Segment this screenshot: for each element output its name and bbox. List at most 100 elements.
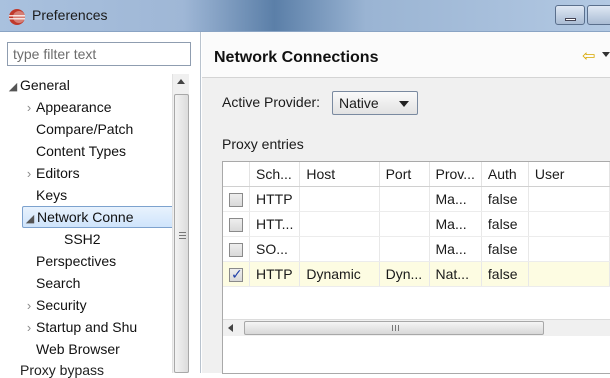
tree-item-keys[interactable]: Keys [36,184,67,206]
scheme-cell: SO... [249,236,301,262]
row-checkbox-cell [223,186,250,212]
active-provider-label: Active Provider: [222,94,321,110]
scheme-cell: HTTP [249,261,301,287]
table-horizontal-scrollbar[interactable] [223,319,610,336]
table-row[interactable]: HTTP Ma... false [223,186,610,212]
tree-item-content-types[interactable]: Content Types [36,140,126,162]
tree-item-compare-patch[interactable]: Compare/Patch [36,118,133,140]
scheme-cell: HTTP [249,186,301,212]
minimize-button[interactable] [555,5,585,25]
tree-item-label: General [20,77,70,93]
column-header-scheme[interactable]: Sch... [249,162,301,187]
provider-cell: Nat... [429,261,482,287]
tree-item-label: Network Conne [37,209,134,225]
tree-item-editors[interactable]: › Editors [22,162,80,184]
user-cell [528,261,610,287]
row-checkbox-cell [223,261,250,287]
column-header-user[interactable]: User [528,162,610,187]
tree-item-appearance[interactable]: › Appearance [22,96,112,118]
tree-item-label: Compare/Patch [36,121,134,137]
user-cell [528,186,610,212]
tree-item-network-connections[interactable]: ◢ Network Conne [22,206,172,228]
tree-vertical-scrollbar[interactable] [172,74,189,373]
provider-cell: Ma... [429,186,482,212]
port-cell [379,186,430,212]
tree-item-label: Keys [36,187,68,203]
tree-item-general[interactable]: ◢ General [6,74,70,96]
tree-item-startup-shutdown[interactable]: › Startup and Shu [22,316,137,338]
tree-item-label: Startup and Shu [36,319,138,335]
proxy-bypass-label: Proxy bypass [20,362,105,378]
collapsed-chevron-icon[interactable]: › [22,163,36,185]
tree-item-label: Perspectives [36,253,117,269]
history-dropdown-icon[interactable] [602,52,610,57]
provider-cell: Ma... [429,211,482,237]
collapsed-chevron-icon[interactable]: › [22,295,36,317]
scroll-left-arrow-icon[interactable] [228,324,233,332]
preference-tree: ◢ General › Appearance Compare/Patch Conte… [6,74,172,373]
row-checkbox[interactable] [229,192,243,207]
auth-cell: false [481,186,529,212]
table-row[interactable]: SO... Ma... false [223,236,610,262]
table-row[interactable]: HTTP Dynamic Dyn... Nat... false [223,261,610,287]
row-checkbox[interactable] [229,217,243,232]
tree-item-label: Search [36,275,81,291]
user-cell [528,211,610,237]
tree-item-perspectives[interactable]: Perspectives [36,250,116,272]
row-checkbox-checked[interactable] [229,266,243,283]
table-row[interactable]: HTT... Ma... false [223,211,610,237]
tree-item-label: Web Browser [36,341,120,357]
proxy-entries-label: Proxy entries [222,136,304,152]
tree-item-label: Security [36,297,87,313]
tree-item-ssh2[interactable]: SSH2 [64,228,101,250]
host-cell: Dynamic [299,261,380,287]
scrollbar-thumb[interactable] [244,321,544,335]
filter-input[interactable] [7,42,191,66]
active-provider-value: Native [339,95,379,111]
host-cell [299,236,380,262]
eclipse-app-icon [9,9,25,25]
scrollbar-thumb[interactable] [174,94,189,373]
port-cell: Dyn... [379,261,430,287]
window-title: Preferences [32,7,108,23]
row-checkbox-cell [223,211,250,237]
auth-cell: false [481,261,529,287]
row-checkbox[interactable] [229,242,243,257]
chevron-down-icon [399,101,409,107]
scroll-up-arrow-icon[interactable] [177,79,185,84]
port-cell [379,236,430,262]
expanded-triangle-icon[interactable]: ◢ [6,76,20,98]
tree-item-label: Editors [36,165,80,181]
preference-page: Network Connections ⇦ Active Provider: N… [202,32,610,374]
maximize-button[interactable] [587,5,610,25]
user-cell [528,236,610,262]
grip-icon [392,325,393,331]
provider-cell: Ma... [429,236,482,262]
proxy-entries-table: Sch... Host Port Prov... Auth User HTTP … [222,161,610,374]
minimize-icon [565,18,576,21]
column-header-host[interactable]: Host [299,162,380,187]
auth-cell: false [481,236,529,262]
tree-item-search[interactable]: Search [36,272,80,294]
page-header: Network Connections ⇦ [202,32,610,78]
page-title: Network Connections [214,49,379,66]
column-header-provider[interactable]: Prov... [429,162,482,187]
preference-tree-pane: ◢General ›Appearance Compare/Patch Conte… [0,32,201,373]
tree-item-web-browser[interactable]: Web Browser [36,338,120,360]
grip-icon [179,232,186,233]
column-header-check[interactable] [223,162,250,187]
back-arrow-icon[interactable]: ⇦ [582,46,595,66]
host-cell [299,211,380,237]
active-provider-select[interactable]: Native [332,91,418,115]
tree-item-label: SSH2 [64,231,101,247]
tree-item-label: Appearance [36,99,112,115]
tree-item-label: Content Types [36,143,127,159]
column-header-auth[interactable]: Auth [481,162,529,187]
expanded-triangle-icon[interactable]: ◢ [23,209,37,229]
scheme-cell: HTT... [249,211,301,237]
column-header-port[interactable]: Port [379,162,430,187]
collapsed-chevron-icon[interactable]: › [22,317,36,339]
tree-item-security[interactable]: › Security [22,294,87,316]
port-cell [379,211,430,237]
collapsed-chevron-icon[interactable]: › [22,97,36,119]
